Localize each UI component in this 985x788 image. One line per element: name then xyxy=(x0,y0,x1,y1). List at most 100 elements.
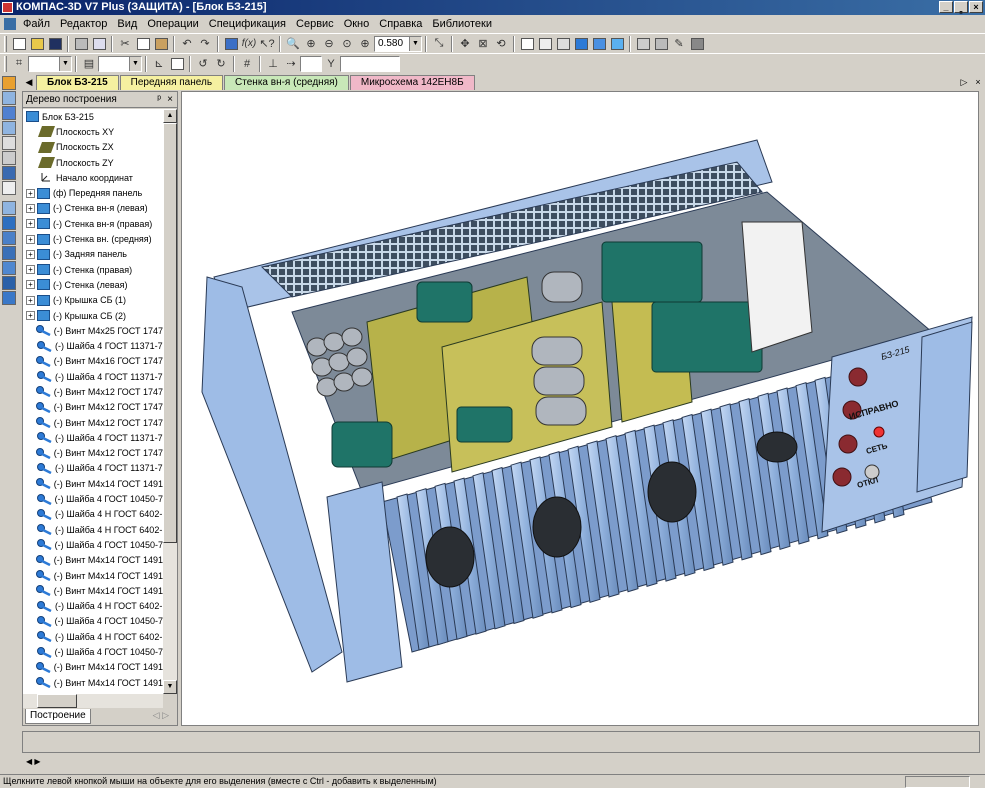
tree-item[interactable]: + (-) Задняя панель xyxy=(23,247,163,262)
local-cs-icon[interactable]: ⊾ xyxy=(150,55,168,73)
tree-item[interactable]: (-) Шайба 4 ГОСТ 11371-7 xyxy=(23,461,163,476)
undo-icon[interactable]: ↶ xyxy=(178,35,196,53)
document-menu-icon[interactable] xyxy=(4,18,16,30)
tree-item[interactable]: (-) Винт М4х14 ГОСТ 1491 xyxy=(23,476,163,491)
expand-icon[interactable]: + xyxy=(26,234,35,244)
tree-item[interactable]: (-) Шайба 4 ГОСТ 11371-7 xyxy=(23,338,163,353)
loft-icon[interactable] xyxy=(2,261,16,275)
tree-item[interactable]: (-) Шайба 4 Н ГОСТ 6402- xyxy=(23,629,163,644)
expand-icon[interactable]: + xyxy=(26,219,35,229)
aux-geometry-icon[interactable] xyxy=(2,201,16,215)
layer-combo[interactable]: ▼ xyxy=(98,55,142,72)
menu-specification[interactable]: Спецификация xyxy=(204,15,291,33)
zoom-out-icon[interactable]: ⊖ xyxy=(320,35,338,53)
zoom-fit-icon[interactable]: ⊠ xyxy=(474,35,492,53)
redo-icon[interactable]: ↷ xyxy=(196,35,214,53)
spec-icon[interactable] xyxy=(2,181,16,195)
scroll-thumb[interactable] xyxy=(37,694,77,708)
menu-libraries[interactable]: Библиотеки xyxy=(427,15,497,33)
new-document-icon[interactable] xyxy=(10,35,28,53)
copy-icon[interactable] xyxy=(134,35,152,53)
tree-item[interactable]: (-) Винт М4х12 ГОСТ 1747 xyxy=(23,415,163,430)
tools-icon[interactable]: ✎ xyxy=(670,35,688,53)
property-panel-nav-icon[interactable]: ◀ ▶ xyxy=(26,757,41,766)
menu-window[interactable]: Окно xyxy=(339,15,375,33)
shaded-icon[interactable] xyxy=(572,35,590,53)
menu-service[interactable]: Сервис xyxy=(291,15,339,33)
display-icon[interactable] xyxy=(688,35,706,53)
pan-icon[interactable]: ✥ xyxy=(456,35,474,53)
measure-icon[interactable] xyxy=(2,166,16,180)
tab-close-icon[interactable]: × xyxy=(971,74,985,90)
chevron-down-icon[interactable]: ▼ xyxy=(409,36,421,51)
rotate-icon[interactable]: ⟲ xyxy=(492,35,510,53)
restore-button[interactable]: ̳ xyxy=(954,1,968,13)
tree-item[interactable]: (-) Винт М4х12 ГОСТ 1747 xyxy=(23,446,163,461)
tree-tab-nav-icon[interactable]: ◁ ▷ xyxy=(153,710,169,721)
tree-item[interactable]: (-) Винт М4х16 ГОСТ 1747 xyxy=(23,354,163,369)
tree-item[interactable]: (-) Винт М4х12 ГОСТ 1747 xyxy=(23,400,163,415)
wireframe-icon[interactable] xyxy=(518,35,536,53)
expand-icon[interactable]: + xyxy=(26,280,35,290)
expand-icon[interactable]: + xyxy=(26,203,35,213)
tree-horizontal-scrollbar[interactable] xyxy=(23,694,163,708)
snap-icon[interactable]: ⌗ xyxy=(10,55,28,73)
tab-front-panel[interactable]: Передняя панель xyxy=(119,75,224,90)
tree-item[interactable]: (-) Винт М4х25 ГОСТ 1747 xyxy=(23,323,163,338)
zoom-in-icon[interactable]: ⊕ xyxy=(302,35,320,53)
hidden-lines-icon[interactable] xyxy=(536,35,554,53)
tree-item[interactable]: (-) Винт М4х14 ГОСТ 1491 xyxy=(23,568,163,583)
tree-item[interactable]: Плоскость ZX xyxy=(23,140,163,155)
zoom-scale-icon[interactable]: ⊕ xyxy=(356,35,374,53)
tree-item[interactable]: Плоскость ZY xyxy=(23,155,163,170)
spatial-curves-icon[interactable] xyxy=(2,136,16,150)
tree-item[interactable]: Блок БЗ-215 xyxy=(23,109,163,124)
coordinate-field-y[interactable] xyxy=(340,55,400,72)
tree-item[interactable]: (-) Шайба 4 ГОСТ 11371-7 xyxy=(23,430,163,445)
model-viewport[interactable]: БЗ-215 ИСПРАВНО СЕТЬ ОТКЛ xyxy=(181,91,979,726)
curve-edit-icon[interactable]: ↻ xyxy=(212,55,230,73)
expand-icon[interactable]: + xyxy=(26,265,35,275)
curve-icon[interactable]: ↺ xyxy=(194,55,212,73)
save-icon[interactable] xyxy=(46,35,64,53)
help-pointer-icon[interactable]: ↖? xyxy=(258,35,276,53)
tab-block[interactable]: Блок БЗ-215 xyxy=(36,75,119,90)
rotate-op-icon[interactable] xyxy=(2,231,16,245)
manager-icon[interactable] xyxy=(652,35,670,53)
mate-icon[interactable] xyxy=(2,121,16,135)
sweep-icon[interactable] xyxy=(2,246,16,260)
tree-item[interactable]: (-) Шайба 4 ГОСТ 10450-7 xyxy=(23,537,163,552)
state-combo[interactable]: ▼ xyxy=(28,55,72,72)
tree-item[interactable]: + (-) Стенка вн-я (правая) xyxy=(23,216,163,231)
fillet-icon[interactable] xyxy=(2,276,16,290)
tree-item[interactable]: + (-) Крышка СБ (1) xyxy=(23,293,163,308)
menu-operations[interactable]: Операции xyxy=(142,15,203,33)
tree-item[interactable]: (-) Шайба 4 ГОСТ 10450-7 xyxy=(23,491,163,506)
tree-item[interactable]: (-) Шайба 4 Н ГОСТ 6402- xyxy=(23,522,163,537)
scroll-down-icon[interactable]: ▼ xyxy=(163,680,177,694)
expand-icon[interactable]: + xyxy=(26,188,35,198)
toolbar-grip[interactable] xyxy=(4,35,7,52)
tree-item[interactable]: (-) Шайба 4 ГОСТ 10450-7 xyxy=(23,614,163,629)
tree-item[interactable]: (-) Винт М4х14 ГОСТ 1491 xyxy=(23,675,163,690)
tab-scroll-right-icon[interactable]: ▷ xyxy=(957,74,971,90)
menu-view[interactable]: Вид xyxy=(112,15,142,33)
component-icon[interactable] xyxy=(2,91,16,105)
tree-item[interactable]: (-) Винт М4х14 ГОСТ 1491 xyxy=(23,660,163,675)
perspective-icon[interactable] xyxy=(608,35,626,53)
zoom-scale-combo[interactable]: 0.580 ▼ xyxy=(374,35,422,52)
tree-item[interactable]: (-) Винт М4х14 ГОСТ 1491 xyxy=(23,553,163,568)
tab-build[interactable]: Построение xyxy=(25,709,91,724)
tree-item[interactable]: (-) Шайба 4 ГОСТ 10450-7 xyxy=(23,644,163,659)
coordinate-field[interactable] xyxy=(300,55,322,72)
tree-item[interactable]: Плоскость XY xyxy=(23,124,163,139)
paste-icon[interactable] xyxy=(152,35,170,53)
tree-item[interactable]: + (-) Стенка вн. (средняя) xyxy=(23,231,163,246)
menu-help[interactable]: Справка xyxy=(374,15,427,33)
edit-parts-icon[interactable] xyxy=(2,76,16,90)
expand-icon[interactable]: + xyxy=(26,295,35,305)
tree-item[interactable]: + (ф) Передняя панель xyxy=(23,185,163,200)
chevron-down-icon[interactable]: ▼ xyxy=(59,56,71,71)
tree-vertical-scrollbar[interactable]: ▲ ▼ xyxy=(163,109,177,694)
grid-icon[interactable]: # xyxy=(238,55,256,73)
